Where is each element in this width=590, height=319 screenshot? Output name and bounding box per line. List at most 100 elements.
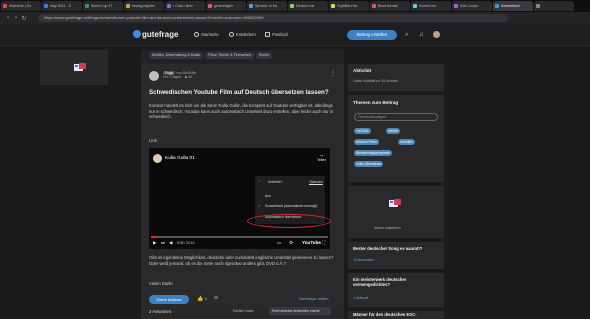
site-header: gutefrage Startseite Entdecken Postfach … bbox=[0, 24, 590, 46]
tab-favicon-icon bbox=[454, 4, 458, 8]
author-avatar[interactable] bbox=[149, 71, 159, 81]
tab-favicon-icon bbox=[249, 4, 253, 8]
related-title[interactable]: Ein meisterwerk deutscher vermengedichte… bbox=[353, 277, 439, 287]
volume-icon[interactable]: ◀ bbox=[169, 240, 172, 246]
nav-entdecken[interactable]: Entdecken bbox=[229, 32, 256, 37]
ad-slot-left[interactable] bbox=[40, 50, 108, 85]
browser-tab[interactable]: Schwedisch bbox=[493, 1, 533, 11]
tag[interactable]: YouTube bbox=[354, 128, 371, 134]
question-body: Kontext handelt es sich um die Serie 'Ku… bbox=[149, 103, 334, 120]
tab-favicon-icon bbox=[3, 4, 7, 8]
browser-tab[interactable]: Sprache in fra bbox=[247, 1, 287, 11]
reload-icon[interactable]: ↻ bbox=[20, 15, 28, 22]
logo-icon[interactable] bbox=[133, 30, 141, 38]
subtitles-icon[interactable]: ▭ bbox=[277, 240, 281, 246]
topics-title: Themen zum Beitrag bbox=[353, 100, 399, 105]
sort-select[interactable]: Relevanteste Antworten zuerst bbox=[269, 307, 331, 315]
video-title[interactable]: Kulla Gulla 01 bbox=[165, 156, 195, 161]
tag[interactable]: Übersetzungsprogramm bbox=[354, 150, 393, 156]
answers-header: 3 Antworten Sortiert nach: Relevanteste … bbox=[141, 305, 344, 319]
browser-tab[interactable]: Deutsch ein bbox=[288, 1, 328, 11]
related-title[interactable]: Männer für den deutschen ESC- bbox=[353, 312, 439, 317]
bookmark-icon[interactable]: ⊕ bbox=[214, 295, 218, 301]
browser-tab[interactable]: gesendagen bbox=[206, 1, 246, 11]
youtube-embed[interactable]: Kulla Gulla 01 ↪ Teilen ‹ Untertitel Opt… bbox=[149, 148, 331, 249]
related-title[interactable]: Bester deutscher Song ev aaarot!? bbox=[353, 246, 439, 251]
sort-label: Sortiert nach: bbox=[233, 309, 255, 313]
tab-favicon-icon bbox=[413, 4, 417, 8]
menu-item-swedish-auto[interactable]: Schwedisch (automatisch erzeugt) bbox=[265, 204, 317, 208]
progress-fill bbox=[151, 236, 159, 238]
ad-slot-right[interactable]: Nutzer empfehlen bbox=[348, 186, 444, 238]
youtube-logo[interactable]: YouTube bbox=[302, 240, 321, 245]
followup-link[interactable]: Nachfrage stellen bbox=[299, 297, 329, 301]
nav-startseite[interactable]: Startseite bbox=[194, 32, 219, 37]
browser-tab[interactable]: May 2021 - Ti bbox=[42, 1, 82, 11]
thumbs-up-icon[interactable]: 👍 bbox=[197, 296, 203, 302]
back-icon[interactable]: ‹ bbox=[4, 15, 12, 21]
related-answers[interactable]: 1 Antwort bbox=[353, 296, 368, 300]
browser-tab[interactable]: Köln Conpu bbox=[452, 1, 492, 11]
related-question[interactable]: Männer für den deutschen ESC- bbox=[348, 311, 444, 319]
tab-label: Sprache in fra bbox=[255, 4, 277, 8]
menu-options-link[interactable]: Optionen bbox=[309, 180, 323, 184]
tab-favicon-icon bbox=[85, 4, 89, 8]
nav-label: Startseite bbox=[201, 32, 219, 37]
settings-icon[interactable]: ⚙ bbox=[289, 240, 293, 246]
like-count: 4 bbox=[205, 297, 207, 301]
answers-count: 3 Antworten bbox=[149, 309, 172, 314]
fullscreen-icon[interactable]: ⛶ bbox=[322, 240, 325, 245]
tab-label: Schwedisch bbox=[501, 4, 520, 8]
tab-label: Deutsch ein bbox=[296, 4, 315, 8]
next-icon[interactable]: ⏭ bbox=[161, 240, 165, 245]
search-icon[interactable]: ⌕ bbox=[405, 32, 408, 39]
site-logo[interactable]: gutefrage bbox=[142, 30, 178, 39]
nav-postfach[interactable]: Postfach bbox=[265, 32, 288, 37]
tab-favicon-icon bbox=[495, 4, 499, 8]
browser-tab[interactable]: Bewerberate bbox=[370, 1, 410, 11]
browser-tab[interactable] bbox=[534, 1, 574, 11]
progress-bar[interactable] bbox=[151, 236, 328, 238]
browser-tab[interactable]: TopMitte-Hisr bbox=[329, 1, 369, 11]
tab-label: • Chat • Bele bbox=[173, 4, 193, 8]
forward-icon[interactable]: › bbox=[12, 15, 20, 21]
channel-avatar[interactable] bbox=[153, 154, 162, 163]
check-icon: ✓ bbox=[258, 204, 261, 208]
user-avatar[interactable] bbox=[433, 31, 440, 38]
browser-tab[interactable]: bewegungsfrei bbox=[124, 1, 164, 11]
tag[interactable]: Medien bbox=[386, 128, 401, 134]
browser-tab[interactable]: • Chat • Bele bbox=[165, 1, 205, 11]
related-question[interactable]: Bester deutscher Song ev aaarot!? 13 Ant… bbox=[348, 242, 444, 269]
tag[interactable]: Video-Übersetzen bbox=[354, 161, 384, 167]
tab-label: Kommt mit bbox=[419, 4, 436, 8]
browser-tab[interactable]: Startseite | Gu bbox=[1, 1, 41, 11]
menu-item-off[interactable]: Aus bbox=[265, 194, 271, 198]
ask-question-button[interactable]: Beitrag erstellen bbox=[347, 30, 397, 40]
highlight-circle bbox=[247, 214, 331, 228]
ad-placeholder-icon bbox=[74, 63, 86, 71]
menu-back-icon[interactable]: ‹ bbox=[259, 179, 260, 183]
tag-input[interactable]: Thema hinzufügen bbox=[354, 113, 438, 121]
compass-icon bbox=[229, 32, 234, 37]
browser-tab[interactable]: World Cup 47 bbox=[83, 1, 123, 11]
breadcrumb-item[interactable]: Medien, Unterhaltung & Musik bbox=[149, 52, 204, 59]
browser-tab[interactable]: Kommt mit bbox=[411, 1, 451, 11]
related-answers[interactable]: 13 Antworten bbox=[353, 258, 374, 262]
ad-label: Nutzer empfehlen bbox=[374, 226, 401, 230]
address-bar[interactable]: https://www.gutefrage.net/frage/schwedis… bbox=[38, 14, 508, 22]
more-options-icon[interactable]: ⋮ bbox=[330, 70, 336, 77]
bell-icon[interactable]: ♫ bbox=[419, 32, 424, 38]
answer-button[interactable]: Deine Antwort bbox=[149, 295, 189, 304]
tag[interactable]: Amazon Prime bbox=[354, 139, 379, 145]
share-label: Teilen bbox=[317, 158, 327, 162]
tab-label: gesendagen bbox=[214, 4, 234, 8]
breadcrumb-item[interactable]: Filme, Serien & Fernsehen bbox=[205, 52, 254, 59]
tag[interactable]: Untertitel bbox=[398, 139, 415, 145]
play-icon[interactable]: ▶ bbox=[153, 240, 156, 246]
related-question[interactable]: Ein meisterwerk deutscher vermengedichte… bbox=[348, 273, 444, 307]
browser-tab-bar: Startseite | Gu May 2021 - Ti World Cup 47… bbox=[0, 0, 590, 12]
topics-card: Themen zum Beitrag Thema hinzufügen YouT… bbox=[348, 95, 444, 182]
breadcrumb-item[interactable]: Serien bbox=[255, 52, 273, 59]
tab-label: TopMitte-Hisr bbox=[337, 4, 358, 8]
share-button[interactable]: ↪ Teilen bbox=[317, 154, 326, 162]
